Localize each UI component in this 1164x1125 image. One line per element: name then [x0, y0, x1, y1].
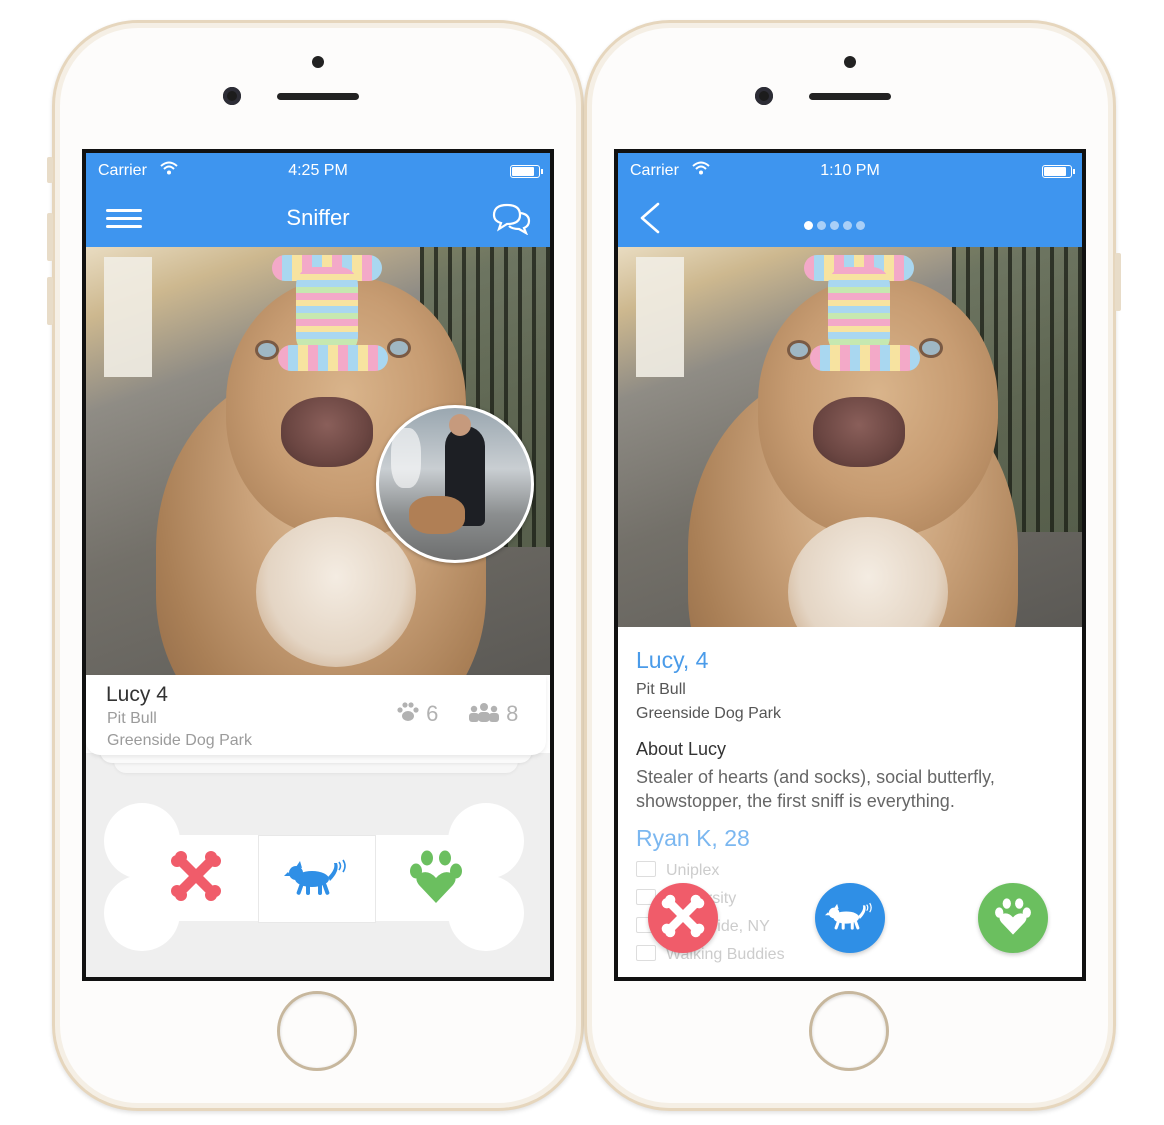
pager-dot[interactable]	[804, 221, 813, 230]
owner-interest: Walking Buddies	[636, 945, 785, 964]
front-camera	[755, 87, 773, 105]
about-text: Stealer of hearts (and socks), social bu…	[636, 767, 995, 811]
photo-pager-dots[interactable]	[804, 217, 869, 230]
dog-icon	[284, 857, 350, 902]
dog-name-age: Lucy 4	[106, 683, 168, 706]
dog-photo[interactable]	[618, 247, 1082, 627]
back-chevron-icon[interactable]	[634, 201, 664, 240]
earpiece-speaker	[809, 93, 891, 100]
owner-name-age: Ryan K, 28	[636, 825, 750, 851]
clock: 4:25 PM	[288, 162, 348, 179]
status-bar: Carrier 4:25 PM	[86, 153, 550, 189]
pager-dot[interactable]	[843, 221, 852, 230]
power-button	[1115, 253, 1121, 311]
friends-count: 8	[506, 701, 519, 726]
screen: Carrier 4:25 PM Sniffer Lucy 4 Pit Bull …	[82, 149, 554, 981]
paws-stat: 6	[396, 701, 438, 727]
paw-heart-icon	[407, 847, 465, 910]
clock: 1:10 PM	[820, 162, 880, 179]
pager-dot[interactable]	[856, 221, 865, 230]
nav-bar	[618, 189, 1082, 247]
dog-park: Greenside Dog Park	[107, 732, 252, 749]
friends-stat: 8	[468, 701, 518, 727]
group-icon	[468, 701, 506, 726]
proximity-sensor	[312, 56, 324, 68]
heart-icon	[636, 945, 656, 961]
crossed-bones-icon	[660, 893, 706, 944]
owner-photo-avatar[interactable]	[376, 405, 534, 563]
battery-icon	[1042, 165, 1075, 178]
about-heading: About Lucy	[636, 739, 727, 759]
nav-bar: Sniffer	[86, 189, 550, 247]
reject-button[interactable]	[140, 835, 252, 921]
paw-heart-icon	[993, 896, 1033, 941]
sniff-button[interactable]	[258, 835, 376, 923]
app-title: Sniffer	[286, 205, 350, 230]
pager-dot[interactable]	[830, 221, 839, 230]
dog-icon	[825, 900, 875, 937]
proximity-sensor	[844, 56, 856, 68]
reject-fab[interactable]	[648, 883, 718, 953]
dog-breed: Pit Bull	[107, 710, 157, 727]
like-button[interactable]	[380, 835, 492, 921]
paws-count: 6	[426, 701, 439, 726]
dog-name-age: Lucy, 4	[636, 647, 709, 673]
earpiece-speaker	[277, 93, 359, 100]
front-camera	[223, 87, 241, 105]
paw-icon	[396, 701, 426, 726]
phone-frame-right: Carrier 1:10 PM Lucy, 4 Pit Bull Greensi…	[584, 20, 1121, 1111]
home-button[interactable]	[277, 991, 357, 1071]
briefcase-icon	[636, 861, 656, 877]
crossed-bones-icon	[169, 849, 223, 908]
dog-park: Greenside Dog Park	[636, 705, 781, 722]
status-bar: Carrier 1:10 PM	[618, 153, 1082, 189]
volume-down-button	[47, 277, 53, 325]
sniff-fab[interactable]	[815, 883, 885, 953]
home-button[interactable]	[809, 991, 889, 1071]
mute-switch	[47, 157, 53, 183]
battery-icon	[510, 165, 543, 178]
dog-breed: Pit Bull	[636, 681, 686, 698]
screen: Carrier 1:10 PM Lucy, 4 Pit Bull Greensi…	[614, 149, 1086, 981]
pager-dot[interactable]	[817, 221, 826, 230]
phone-frame-left: Carrier 4:25 PM Sniffer Lucy 4 Pit Bull …	[47, 20, 584, 1111]
chat-bubbles-icon[interactable]	[490, 203, 532, 240]
volume-up-button	[47, 213, 53, 261]
like-fab[interactable]	[978, 883, 1048, 953]
owner-work: Uniplex	[636, 861, 719, 880]
